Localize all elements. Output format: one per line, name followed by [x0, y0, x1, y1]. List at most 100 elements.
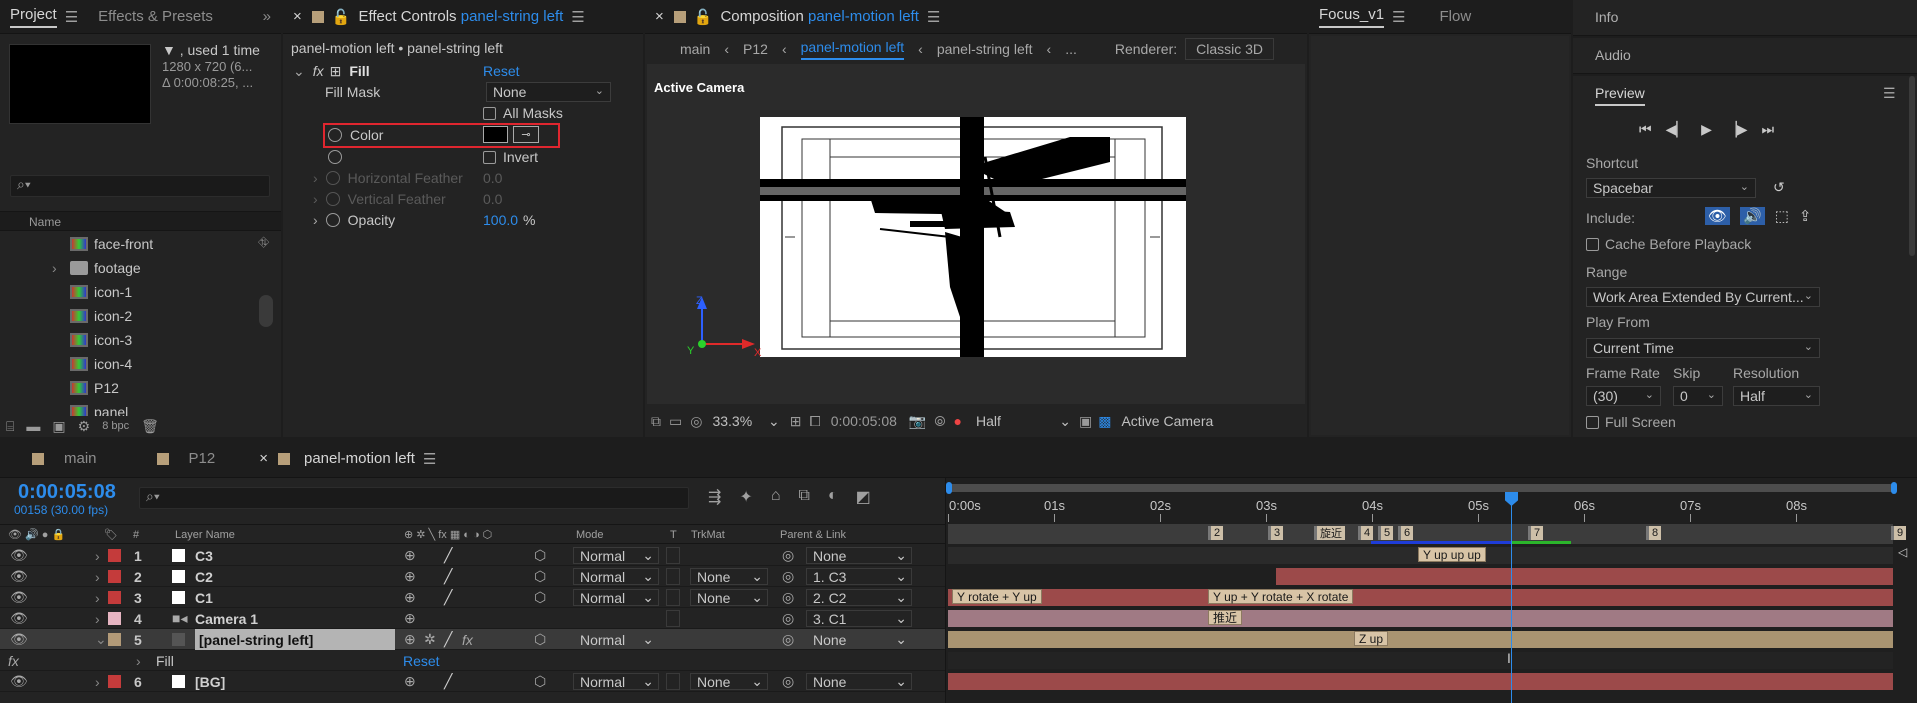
trkmat-dropdown[interactable]: None ⌄	[690, 673, 768, 690]
video-icon[interactable]: 👁	[1705, 207, 1731, 225]
region-icon[interactable]: ⧠	[810, 413, 821, 430]
eye-icon[interactable]: 👁	[10, 587, 28, 608]
renderer-button[interactable]: Classic 3D	[1185, 38, 1275, 60]
interpret-icon[interactable]: ⌸	[6, 418, 14, 435]
menu-icon[interactable]: ☰	[423, 450, 436, 468]
flowchart-icon[interactable]: ⛗	[258, 234, 269, 251]
layer-row[interactable]: 👁 › 3 C1 ⊕ ╱ ⬡ Normal ⌄ None ⌄ ◎ 2. C2 ⌄	[0, 587, 945, 608]
preserve-transparency[interactable]	[666, 589, 680, 606]
tab-flow[interactable]: Flow	[1430, 0, 1482, 34]
list-item[interactable]: icon-2	[0, 304, 255, 327]
comp-marker[interactable]: 6	[1398, 526, 1414, 540]
collapse-switch-icon[interactable]: ✲	[424, 629, 436, 650]
trkmat-dropdown[interactable]: None ⌄	[690, 568, 768, 585]
comp-marker[interactable]: 旋近	[1314, 526, 1345, 540]
label-color[interactable]	[108, 675, 121, 688]
last-frame-icon[interactable]: ⏭	[1761, 121, 1774, 138]
label-color[interactable]	[108, 549, 121, 562]
resolution-dropdown[interactable]: Half ⌄	[976, 413, 1071, 430]
keyframe-label[interactable]: Y up + Y rotate + X rotate	[1208, 589, 1354, 604]
eye-icon[interactable]: 👁	[10, 566, 28, 587]
list-item[interactable]: icon-1	[0, 280, 255, 303]
graph-editor-icon[interactable]: ◩	[856, 487, 871, 507]
bpc-label[interactable]: 8 bpc	[102, 420, 129, 432]
list-item[interactable]: › footage	[0, 256, 255, 279]
invert-checkbox[interactable]	[483, 150, 496, 164]
fullscreen-checkbox[interactable]	[1586, 415, 1599, 429]
label-color[interactable]	[108, 633, 121, 646]
3d-switch-icon[interactable]: ⬡	[534, 587, 546, 608]
tab-panel-motion-left[interactable]: × panel-motion left ☰	[249, 442, 446, 476]
menu-icon[interactable]: ☰	[571, 8, 584, 26]
preserve-transparency[interactable]	[666, 568, 680, 585]
quality-switch-icon[interactable]: ╱	[444, 566, 452, 587]
col-t[interactable]: T	[670, 529, 677, 541]
tab-composition[interactable]: × 🔓 Composition panel-motion left ☰	[645, 0, 950, 34]
new-comp-icon[interactable]: ▣	[52, 418, 65, 435]
show-snapshot-icon[interactable]: ⦾	[934, 413, 945, 430]
layer-duration-bar[interactable]	[948, 652, 1893, 669]
pickwhip-icon[interactable]: ◎	[782, 629, 794, 650]
color-swatch[interactable]	[483, 126, 508, 143]
parent-dropdown[interactable]: 3. C1 ⌄	[806, 610, 912, 627]
view-dropdown[interactable]: Active Camera	[1121, 413, 1213, 429]
layer-name[interactable]: [BG]	[195, 671, 225, 692]
preserve-transparency[interactable]	[666, 631, 680, 648]
opacity-value[interactable]: 100.0	[483, 212, 518, 228]
expand-icon[interactable]: ›	[95, 545, 100, 566]
fx-switch-icon[interactable]: fx	[462, 629, 473, 650]
trkmat-dropdown[interactable]: None ⌄	[690, 589, 768, 606]
draft-3d-icon[interactable]: ✦	[739, 487, 752, 507]
menu-icon[interactable]: ☰	[1392, 8, 1405, 26]
settings-icon[interactable]: ⚙	[78, 418, 91, 435]
3d-switch-icon[interactable]: ⬡	[534, 671, 546, 692]
comp-marker[interactable]: 9	[1891, 526, 1907, 540]
new-folder-icon[interactable]: ▬	[26, 418, 40, 434]
overflow-icon[interactable]: »	[253, 0, 281, 34]
scrollbar[interactable]	[259, 295, 273, 327]
quality-switch-icon[interactable]: ╱	[444, 629, 452, 650]
mode-dropdown[interactable]: Normal ⌄	[573, 568, 659, 585]
pickwhip-icon[interactable]: ◎	[782, 566, 794, 587]
vr-icon[interactable]: ◎	[690, 413, 702, 430]
comp-mini-flowchart-icon[interactable]: ⇶	[708, 487, 721, 507]
parent-dropdown[interactable]: 2. C2 ⌄	[806, 589, 912, 606]
label-color[interactable]	[108, 612, 121, 625]
lock-icon[interactable]: 🔓	[332, 8, 351, 26]
channel-icon[interactable]: ●	[954, 413, 962, 429]
shortcut-dropdown[interactable]: Spacebar ⌄	[1586, 178, 1756, 198]
close-icon[interactable]: ×	[293, 8, 302, 25]
menu-icon[interactable]: ☰	[1883, 85, 1896, 102]
cache-checkbox[interactable]	[1586, 237, 1599, 251]
mode-dropdown[interactable]: Normal ⌄	[573, 589, 659, 606]
export-icon[interactable]: ⇪	[1799, 207, 1812, 225]
crumb-p12[interactable]: P12	[743, 41, 768, 57]
keyframe-label[interactable]: 推近	[1208, 610, 1243, 625]
eyedropper-icon[interactable]: ⊸	[513, 126, 539, 143]
layer-row[interactable]: 👁 › 6 [BG] ⊕ ╱ ⬡ Normal ⌄ None ⌄ ◎ None ⌄	[0, 671, 945, 692]
layer-duration-bar[interactable]	[948, 610, 1893, 627]
zoom-dropdown[interactable]: 33.3% ⌄	[712, 413, 779, 430]
all-masks-checkbox[interactable]	[483, 106, 496, 120]
crumb-panel-motion-left[interactable]: panel-motion left	[800, 39, 905, 60]
time-ruler[interactable]: 0:00s 01s 02s 03s 04s 05s 06s 07s 08s	[946, 496, 1906, 522]
shy-switch-icon[interactable]: ⊕	[404, 587, 416, 608]
preserve-transparency[interactable]	[666, 673, 680, 690]
shy-switch-icon[interactable]: ⊕	[404, 545, 416, 566]
expand-icon[interactable]: ›	[95, 671, 100, 692]
keyframe-label[interactable]: Y up up up	[1418, 547, 1486, 562]
tab-effects-presets[interactable]: Effects & Presets	[88, 0, 223, 34]
close-icon[interactable]: ×	[259, 450, 268, 467]
stopwatch-icon[interactable]	[325, 213, 340, 227]
range-dropdown[interactable]: Work Area Extended By Current... ⌄	[1586, 287, 1820, 307]
eye-icon[interactable]: 👁	[10, 545, 28, 566]
layer-duration-bar[interactable]	[948, 631, 1893, 648]
playhead-line[interactable]	[1511, 492, 1512, 703]
eye-icon[interactable]: 👁	[10, 608, 28, 629]
label-color[interactable]	[108, 591, 121, 604]
trash-icon[interactable]: 🗑	[141, 418, 159, 435]
stopwatch-icon[interactable]	[328, 128, 342, 142]
snapshot-icon[interactable]: 📷	[909, 413, 926, 430]
playfrom-dropdown[interactable]: Current Time ⌄	[1586, 338, 1820, 358]
collapse-icon[interactable]: ⌄	[293, 63, 305, 80]
